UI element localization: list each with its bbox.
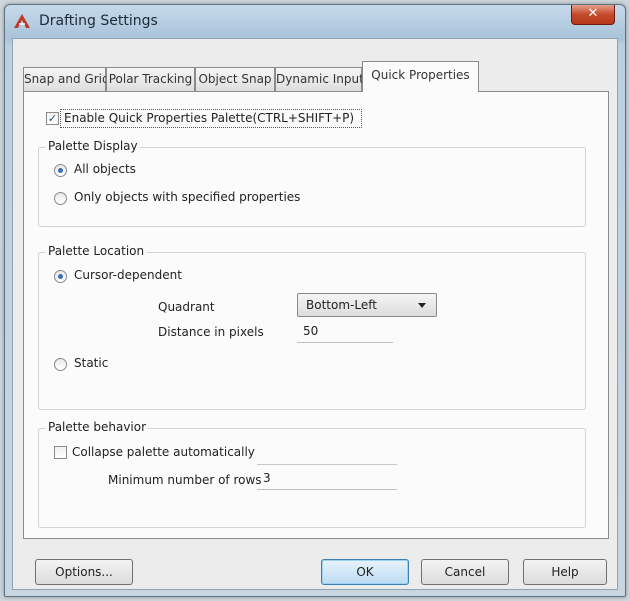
palette-behavior-title: Palette behavior xyxy=(46,420,149,434)
distance-label: Distance in pixels xyxy=(158,325,264,339)
palette-display-group xyxy=(38,147,586,227)
tab-label: Object Snap xyxy=(198,72,272,86)
dialog-client-area: Snap and Grid Polar Tracking Object Snap… xyxy=(12,38,618,590)
collapse-palette-label[interactable]: Collapse palette automatically xyxy=(72,445,255,459)
cursor-dependent-radio[interactable] xyxy=(54,270,67,283)
static-label[interactable]: Static xyxy=(74,356,108,370)
options-button-label: Options... xyxy=(55,565,113,579)
tab-object-snap[interactable]: Object Snap xyxy=(195,67,275,91)
ok-button[interactable]: OK xyxy=(321,559,409,585)
collapse-palette-checkbox[interactable] xyxy=(54,446,67,459)
static-radio[interactable] xyxy=(54,358,67,371)
enable-palette-checkbox[interactable]: ✓ xyxy=(46,112,59,125)
window-title: Drafting Settings xyxy=(39,13,158,29)
min-rows-value: 3 xyxy=(263,471,271,485)
all-objects-radio[interactable] xyxy=(54,164,67,177)
tab-dynamic-input[interactable]: Dynamic Input xyxy=(275,67,364,91)
title-bar[interactable]: Drafting Settings ✕ xyxy=(5,5,625,37)
tab-polar-tracking[interactable]: Polar Tracking xyxy=(106,67,195,91)
tab-label: Snap and Grid xyxy=(24,72,110,86)
close-button[interactable]: ✕ xyxy=(571,5,615,25)
tab-label: Dynamic Input xyxy=(276,72,364,86)
only-specified-objects-radio[interactable] xyxy=(54,192,67,205)
distance-input[interactable]: 50 xyxy=(297,321,393,343)
palette-location-title: Palette Location xyxy=(46,244,147,258)
min-rows-label: Minimum number of rows xyxy=(108,473,262,487)
cancel-button[interactable]: Cancel xyxy=(421,559,509,585)
tab-snap-and-grid[interactable]: Snap and Grid xyxy=(23,67,110,91)
quadrant-value: Bottom-Left xyxy=(306,298,377,312)
only-specified-objects-label[interactable]: Only objects with specified properties xyxy=(74,190,300,204)
ok-button-label: OK xyxy=(356,565,374,579)
autocad-app-icon xyxy=(14,14,30,28)
options-button[interactable]: Options... xyxy=(35,559,133,585)
palette-display-title: Palette Display xyxy=(46,139,140,153)
cancel-button-label: Cancel xyxy=(444,565,486,579)
chevron-down-icon xyxy=(418,303,426,308)
min-rows-input[interactable]: 3 xyxy=(257,468,397,490)
quick-properties-panel: ✓ Enable Quick Properties Palette(CTRL+S… xyxy=(23,91,609,539)
tab-label: Quick Properties xyxy=(371,68,470,82)
help-button[interactable]: Help xyxy=(523,559,607,585)
tab-quick-properties[interactable]: Quick Properties xyxy=(362,61,479,92)
cursor-dependent-label[interactable]: Cursor-dependent xyxy=(74,268,182,282)
divider xyxy=(257,464,397,465)
distance-value: 50 xyxy=(303,324,319,338)
all-objects-label[interactable]: All objects xyxy=(74,162,136,176)
drafting-settings-dialog: Drafting Settings ✕ Snap and Grid Polar … xyxy=(4,4,626,597)
tab-label: Polar Tracking xyxy=(108,72,193,86)
quadrant-row: Bottom-Left xyxy=(24,293,608,319)
enable-palette-label[interactable]: Enable Quick Properties Palette(CTRL+SHI… xyxy=(64,111,354,125)
quadrant-dropdown[interactable]: Bottom-Left xyxy=(297,293,437,317)
close-icon: ✕ xyxy=(587,6,599,21)
help-button-label: Help xyxy=(551,565,579,579)
